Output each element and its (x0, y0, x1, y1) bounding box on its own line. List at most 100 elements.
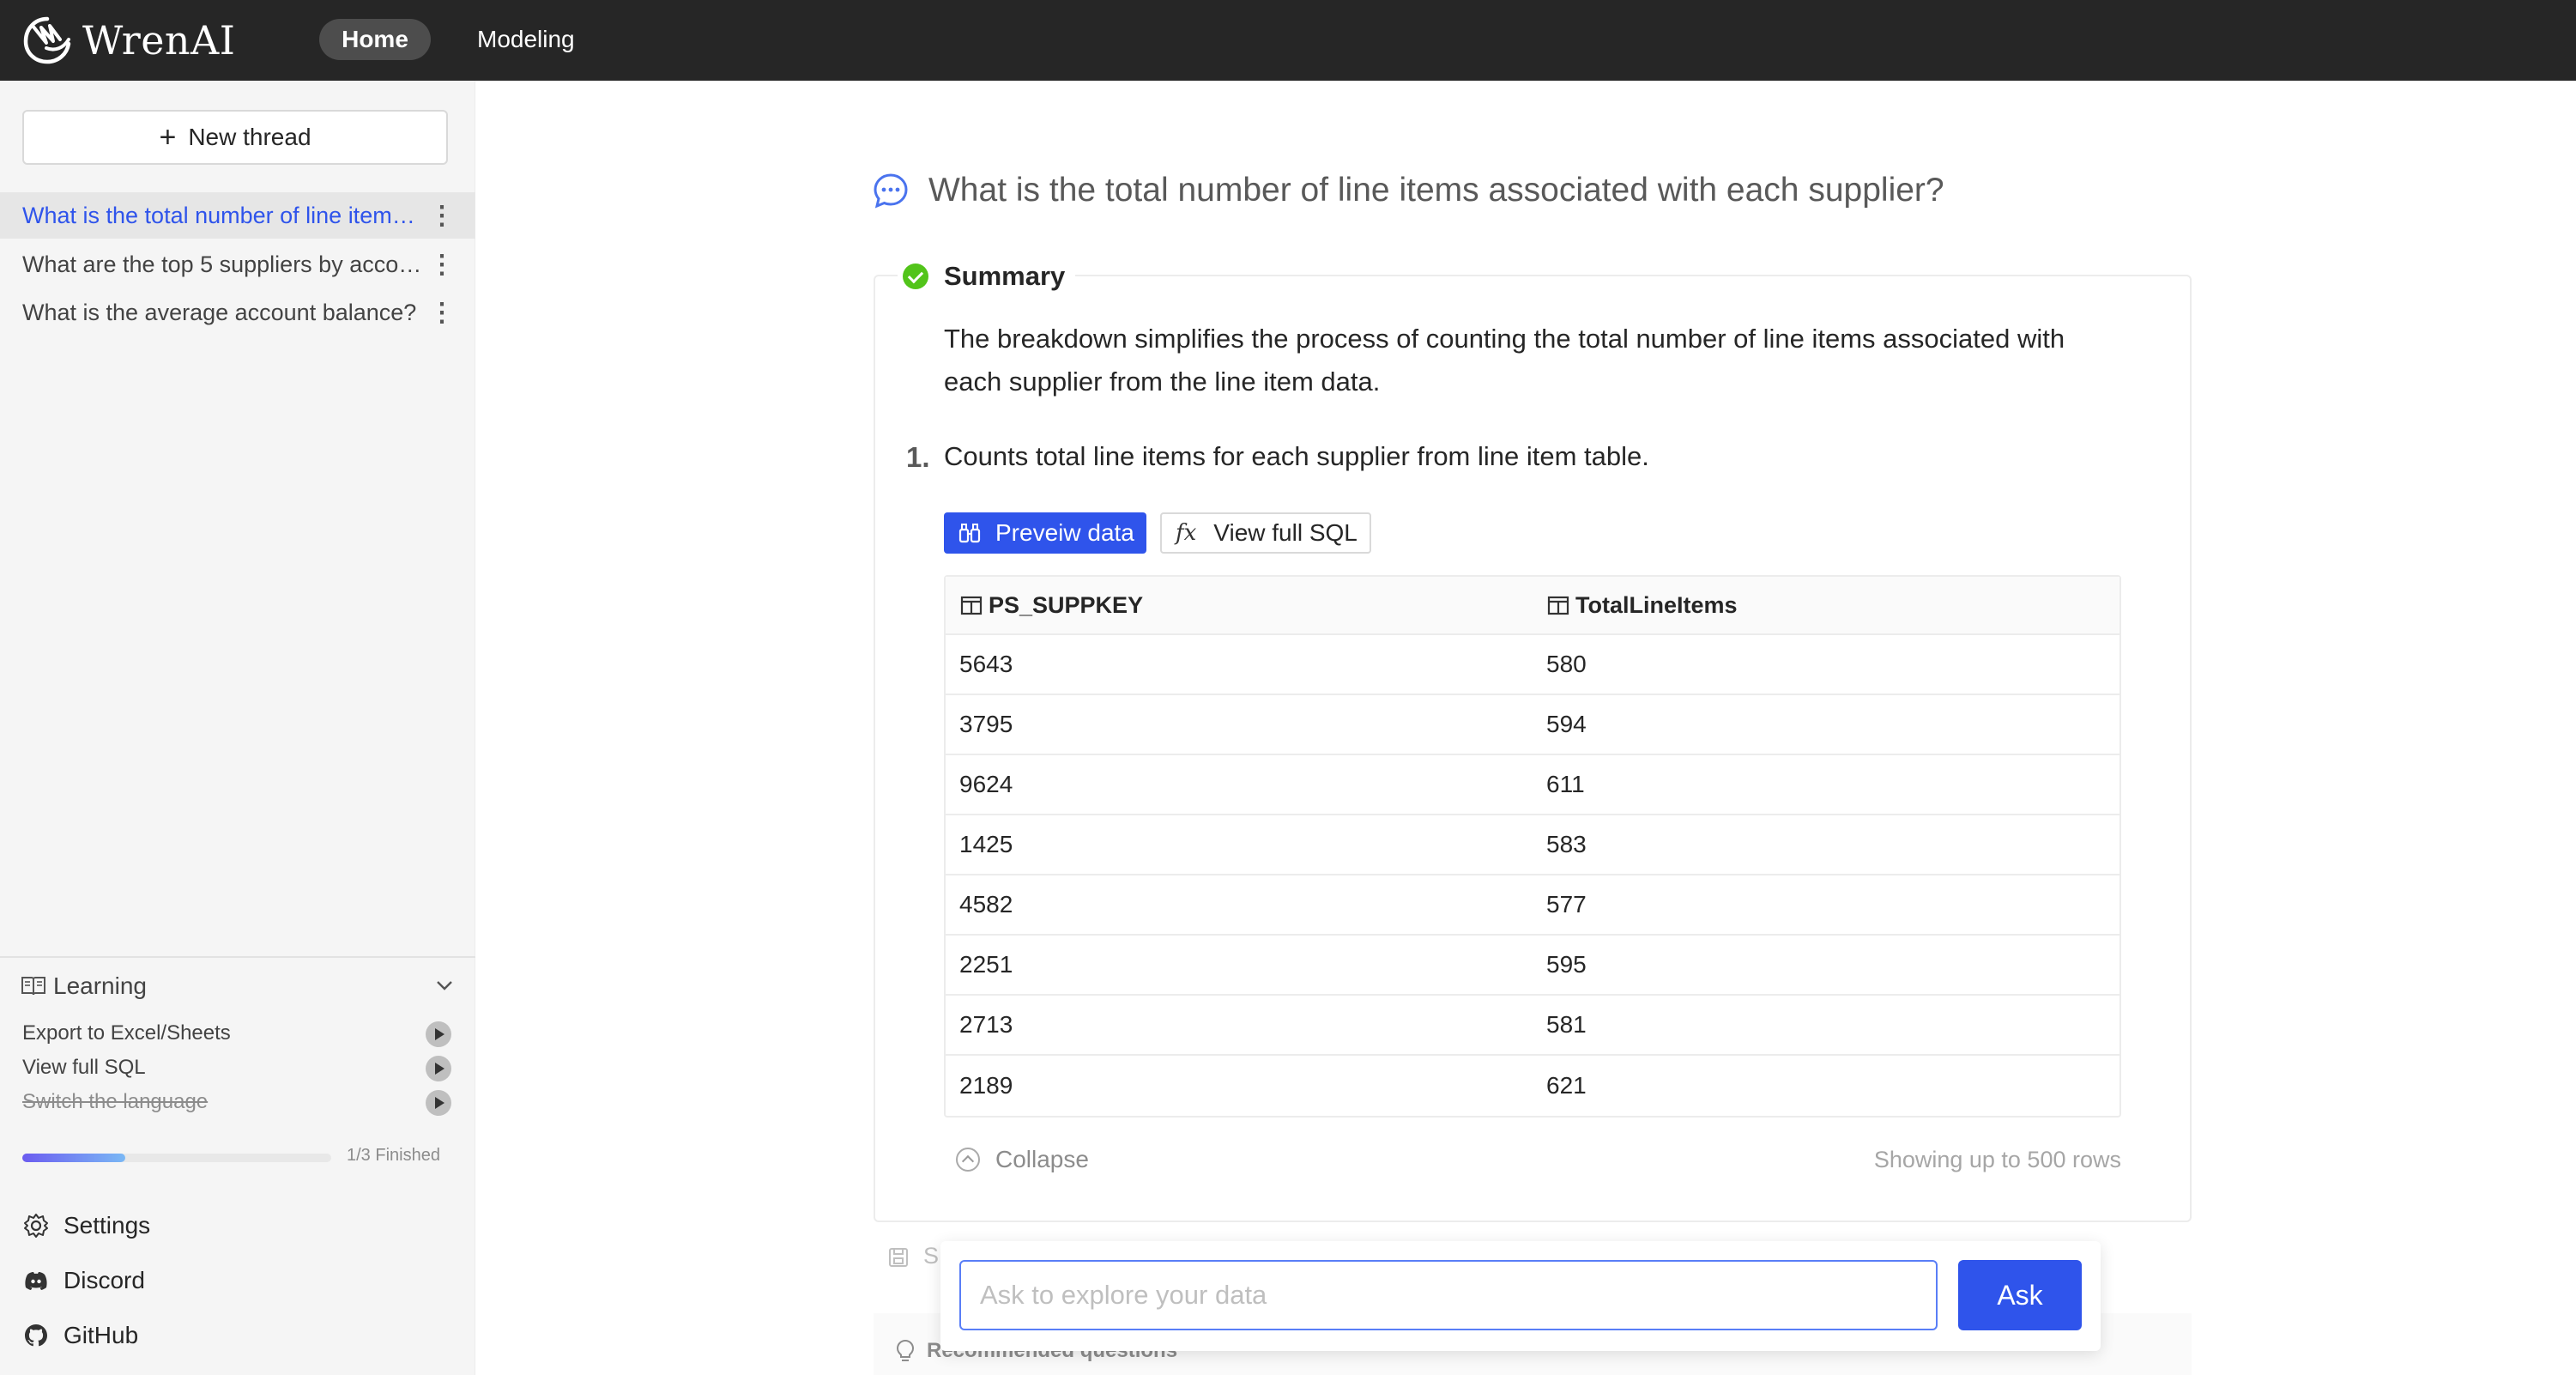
chevron-up-circle-icon (956, 1148, 980, 1172)
column-icon (1547, 596, 1569, 615)
wrenai-logo[interactable]: WrenAI (21, 12, 235, 69)
learning-item-label: Export to Excel/Sheets (22, 1021, 231, 1045)
plus-icon: + (159, 121, 177, 154)
table-cell: 611 (1533, 755, 2119, 815)
column-header[interactable]: TotalLineItems (1533, 577, 2119, 635)
table-cell: 594 (1533, 695, 2119, 755)
check-circle-icon (903, 263, 928, 289)
table-cell: 583 (1533, 815, 2119, 875)
ask-input[interactable] (959, 1260, 1938, 1330)
ask-button[interactable]: Ask (1958, 1260, 2082, 1330)
github-link[interactable]: GitHub (22, 1315, 366, 1356)
learning-progress-label: 1/3 Finished (347, 1146, 440, 1165)
nav-home-tab[interactable]: Home (319, 19, 431, 60)
play-icon[interactable] (426, 1090, 451, 1116)
column-icon (960, 596, 983, 615)
column-header-label: TotalLineItems (1575, 591, 1738, 618)
settings-link[interactable]: Settings (22, 1205, 366, 1246)
table-cell: 580 (1533, 635, 2119, 695)
view-full-sql-label: View full SQL (1213, 519, 1358, 546)
table-row: 4582 577 (946, 875, 2119, 936)
learning-item-switch-language[interactable]: Switch the language (22, 1085, 451, 1119)
table-row: 2713 581 (946, 996, 2119, 1056)
table-cell: 577 (1533, 875, 2119, 936)
wren-bird-icon (23, 16, 71, 64)
thread-item-label: What is the average account balance? (22, 299, 417, 325)
discord-icon (25, 1272, 47, 1290)
table-cell: 3795 (946, 695, 1533, 755)
column-header-label: PS_SUPPKEY (989, 591, 1144, 618)
table-cell: 595 (1533, 936, 2119, 996)
settings-label: Settings (63, 1212, 151, 1239)
table-cell: 1425 (946, 815, 1533, 875)
table-row: 9624 611 (946, 755, 2119, 815)
binoculars-icon (958, 524, 981, 543)
table-cell: 2189 (959, 1072, 1013, 1099)
table-row: 3795 594 (946, 695, 2119, 755)
discord-label: Discord (63, 1267, 145, 1293)
table-cell: 9624 (946, 755, 1533, 815)
github-icon (25, 1324, 47, 1347)
preview-data-table: PS_SUPPKEY TotalLineItems 5643 580 3795 59… (944, 575, 2121, 1118)
table-cell: 4582 (946, 875, 1533, 936)
table-cell: 5643 (946, 635, 1533, 695)
more-options-icon[interactable]: ⋮ (429, 298, 455, 328)
learning-item-label: Switch the language (22, 1090, 209, 1113)
thread-item[interactable]: What is the average account balance? ⋮ (0, 289, 475, 336)
more-options-icon[interactable]: ⋮ (429, 201, 455, 231)
learning-progress-fill (22, 1154, 125, 1162)
table-row: 1425 583 (946, 815, 2119, 875)
logo-text: WrenAI (82, 17, 236, 64)
gear-icon (24, 1214, 48, 1238)
save-icon[interactable] (887, 1246, 910, 1269)
thread-question: What is the total number of line items a… (872, 165, 1944, 216)
table-cell: 2251 (946, 936, 1533, 996)
table-cell: 581 (1533, 996, 2119, 1056)
learning-item-export[interactable]: Export to Excel/Sheets (22, 1016, 451, 1051)
thread-item-label: What is the total number of line items a… (22, 202, 426, 228)
collapse-label: Collapse (995, 1146, 1089, 1172)
learning-item-view-sql[interactable]: View full SQL (22, 1051, 451, 1085)
column-header[interactable]: PS_SUPPKEY (946, 577, 1533, 635)
step-number: 1. (906, 441, 930, 473)
new-thread-button[interactable]: + New thread (22, 110, 448, 165)
summary-description: The breakdown simplifies the process of … (944, 324, 2065, 397)
table-cell: 2713 (946, 996, 1533, 1056)
more-options-icon[interactable]: ⋮ (429, 250, 455, 280)
top-navbar: WrenAI Home Modeling (0, 0, 2576, 81)
learning-header[interactable]: Learning (21, 966, 455, 1006)
chevron-down-icon[interactable] (434, 975, 455, 996)
learning-progress-bar (22, 1154, 331, 1162)
preview-data-label: Preveiw data (995, 519, 1134, 546)
play-icon[interactable] (426, 1021, 451, 1047)
table-header-row: PS_SUPPKEY TotalLineItems (946, 577, 2119, 635)
divider (0, 956, 475, 958)
summary-title: Summary (944, 261, 1066, 291)
learning-item-label: View full SQL (22, 1056, 146, 1079)
table-row: 2189 621 (946, 1056, 2119, 1116)
table-row: 2251 595 (946, 936, 2119, 996)
thread-item[interactable]: What is the total number of line items a… (0, 192, 475, 239)
step-text: Counts total line items for each supplie… (944, 441, 1649, 471)
sidebar: + New thread What is the total number of… (0, 81, 475, 1375)
table-cell: 621 (1546, 1072, 1587, 1099)
chat-bubble-icon (874, 173, 908, 209)
github-label: GitHub (63, 1322, 139, 1348)
thread-item[interactable]: What are the top 5 suppliers by account … (0, 241, 475, 288)
function-icon: fx (1176, 520, 1197, 546)
preview-data-button[interactable]: Preveiw data (944, 512, 1146, 554)
book-icon (21, 977, 45, 996)
new-thread-label: New thread (188, 124, 311, 150)
question-text: What is the total number of line items a… (928, 172, 1944, 209)
lightbulb-icon (896, 1339, 915, 1361)
collapse-button[interactable]: Collapse (956, 1142, 1089, 1177)
play-icon[interactable] (426, 1056, 451, 1081)
thread-item-label: What are the top 5 suppliers by account … (22, 251, 426, 277)
table-row: 5643 580 (946, 635, 2119, 695)
save-view-label[interactable]: S (923, 1243, 939, 1269)
nav-modeling-tab[interactable]: Modeling (463, 19, 589, 60)
view-full-sql-button[interactable]: fx View full SQL (1160, 512, 1371, 554)
rows-limit-note: Showing up to 500 rows (1873, 1147, 2121, 1172)
discord-link[interactable]: Discord (22, 1260, 366, 1301)
summary-header: Summary (898, 257, 1076, 295)
